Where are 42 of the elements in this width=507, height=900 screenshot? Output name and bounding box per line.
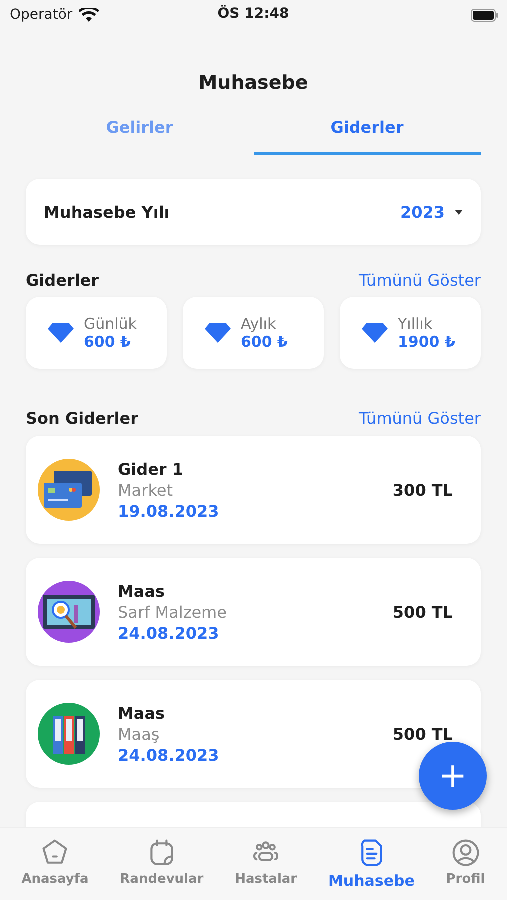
stat-value: 1900 ₺ [398,333,456,351]
stat-value: 600 ₺ [241,333,288,351]
profile-icon [450,838,481,868]
diamond-icon [205,323,231,343]
diamond-icon [48,323,74,343]
expense-date: 24.08.2023 [118,624,220,642]
nav-tab[interactable]: Anasayfa [22,828,89,900]
status-time: ÖS 12:48 [218,6,290,22]
section-title: Giderler [26,271,100,290]
nav-tab[interactable]: Muhasebe [328,828,415,900]
stat-label: Aylık [241,315,278,333]
wifi-icon [78,8,99,22]
nav-tab[interactable]: Profil [446,828,486,900]
expense-category: Market [118,480,174,500]
expense-name: Gider 1 [118,460,185,478]
expense-category: Sarf Malzeme [118,602,227,622]
expense-date: 24.08.2023 [118,746,220,764]
expense-date: 19.08.2023 [118,502,220,520]
expense-card[interactable]: Maas Sarf Malzeme 24.08.2023 500 TL [26,558,481,666]
carrier-name: Operatör [10,7,73,23]
expense-amount: 500 TL [392,724,453,744]
section-title: Son Giderler [26,409,139,428]
screen-title: Muhasebe [198,72,308,94]
expense-category: Maaş [118,724,161,744]
expense-amount: 300 TL [392,480,453,500]
expense-card[interactable]: Gider 1 Market 19.08.2023 300 TL [26,436,481,544]
show-all-link[interactable]: Tümünü Göster [358,409,481,428]
caret-icon [455,210,463,214]
diamond-icon [362,323,388,343]
expense-amount: 500 TL [392,602,453,622]
tab[interactable]: Giderler [254,112,481,155]
stat-value: 600 ₺ [84,333,132,351]
tab[interactable]: Gelirler [26,112,254,155]
nav-tab[interactable]: Randevular [120,828,204,900]
year-picker[interactable]: Muhasebe Yılı 2023 [26,179,481,245]
show-all-link[interactable]: Tümünü Göster [358,271,481,290]
expense-name: Maas [118,582,166,600]
nav-tab[interactable]: Hastalar [235,828,298,900]
battery-icon [471,8,499,22]
expense-name: Maas [118,704,166,722]
stat-label: Yıllık [398,315,434,333]
stat-label: Günlük [84,315,137,333]
